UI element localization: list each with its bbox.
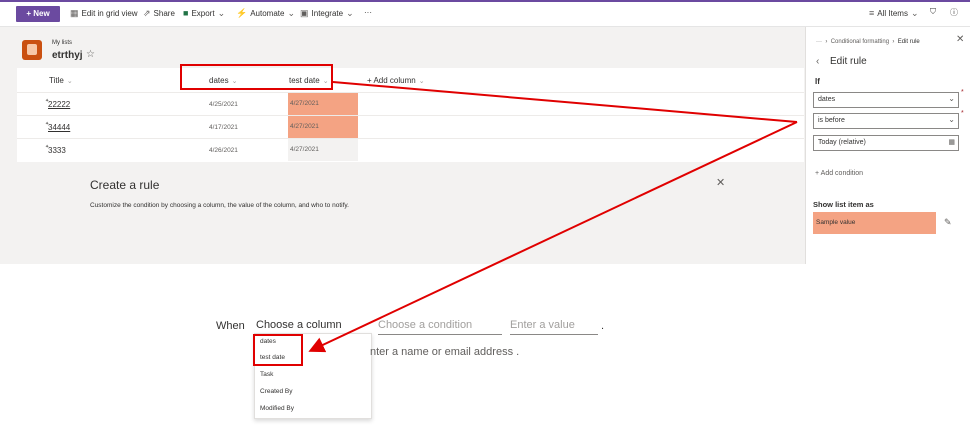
annotation-line [332, 81, 798, 123]
annotation-arrow [308, 121, 798, 353]
annotation-arrows [308, 81, 798, 353]
